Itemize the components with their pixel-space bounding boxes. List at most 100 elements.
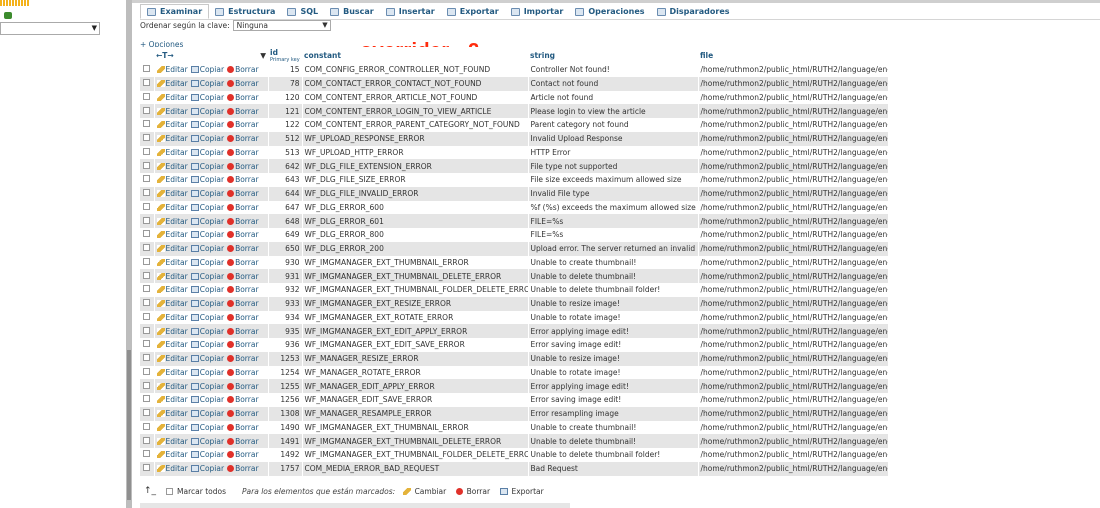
copy-link[interactable]: Copiar [190, 285, 224, 294]
tab-insertar[interactable]: Insertar [380, 4, 441, 19]
cell-id[interactable]: 647 [268, 200, 303, 215]
delete-link[interactable]: Borrar [227, 175, 259, 184]
copy-link[interactable]: Copiar [190, 93, 224, 102]
copy-link[interactable]: Copiar [190, 134, 224, 143]
cell-string[interactable]: Unable to delete thumbnail folder! [528, 448, 699, 462]
delete-link[interactable]: Borrar [227, 409, 259, 418]
cell-constant[interactable]: WF_MANAGER_RESIZE_ERROR [302, 351, 529, 366]
cell-constant[interactable]: WF_UPLOAD_HTTP_ERROR [302, 145, 529, 160]
edit-link[interactable]: Editar [156, 148, 188, 157]
edit-link[interactable]: Editar [156, 464, 188, 473]
cell-id[interactable]: 121 [268, 104, 303, 118]
copy-link[interactable]: Copiar [190, 107, 224, 116]
delete-link[interactable]: Borrar [227, 79, 259, 88]
delete-link[interactable]: Borrar [227, 107, 259, 116]
header-file[interactable]: file [698, 47, 888, 63]
delete-link[interactable]: Borrar [227, 258, 259, 267]
copy-link[interactable]: Copiar [190, 464, 224, 473]
cell-constant[interactable]: WF_IMGMANAGER_EXT_RESIZE_ERROR [302, 296, 529, 311]
cell-id[interactable]: 1254 [268, 365, 303, 380]
edit-link[interactable]: Editar [156, 203, 188, 212]
cell-id[interactable]: 1253 [268, 351, 303, 366]
delete-link[interactable]: Borrar [227, 313, 259, 322]
edit-link[interactable]: Editar [156, 120, 188, 129]
cell-file[interactable]: /home/ruthmon2/public_html/RUTH2/languag… [698, 406, 889, 421]
row-checkbox[interactable] [143, 79, 151, 87]
row-checkbox[interactable] [143, 216, 151, 224]
copy-link[interactable]: Copiar [190, 189, 224, 198]
cell-file[interactable]: /home/ruthmon2/public_html/RUTH2/languag… [698, 131, 889, 146]
cell-constant[interactable]: WF_MANAGER_ROTATE_ERROR [302, 365, 529, 380]
delete-link[interactable]: Borrar [227, 382, 259, 391]
cell-id[interactable]: 1308 [268, 406, 303, 421]
cell-string[interactable]: Unable to delete thumbnail folder! [528, 283, 699, 297]
row-checkbox[interactable] [143, 120, 151, 128]
cell-string[interactable]: Invalid Upload Response [528, 131, 699, 146]
row-checkbox[interactable] [143, 147, 151, 155]
row-checkbox[interactable] [143, 395, 151, 403]
delete-link[interactable]: Borrar [227, 189, 259, 198]
cell-string[interactable]: Error applying image edit! [528, 379, 699, 393]
delete-link[interactable]: Borrar [227, 299, 259, 308]
row-checkbox[interactable] [143, 464, 151, 472]
cell-id[interactable]: 1490 [268, 420, 303, 435]
edit-link[interactable]: Editar [156, 354, 188, 363]
cell-constant[interactable]: WF_IMGMANAGER_EXT_EDIT_APPLY_ERROR [302, 324, 529, 338]
row-checkbox[interactable] [143, 422, 151, 430]
database-select[interactable]: ▼ [0, 22, 100, 35]
cell-id[interactable]: 643 [268, 173, 303, 187]
cell-file[interactable]: /home/ruthmon2/public_html/RUTH2/languag… [698, 90, 889, 105]
cell-id[interactable]: 512 [268, 131, 303, 146]
edit-link[interactable]: Editar [156, 162, 188, 171]
export-selected-button[interactable]: Exportar [500, 487, 544, 496]
cell-constant[interactable]: WF_IMGMANAGER_EXT_THUMBNAIL_FOLDER_DELET… [302, 448, 529, 462]
delete-link[interactable]: Borrar [227, 464, 259, 473]
edit-link[interactable]: Editar [156, 327, 188, 336]
copy-link[interactable]: Copiar [190, 313, 224, 322]
cell-constant[interactable]: WF_IMGMANAGER_EXT_THUMBNAIL_ERROR [302, 420, 529, 435]
delete-link[interactable]: Borrar [227, 217, 259, 226]
copy-link[interactable]: Copiar [190, 299, 224, 308]
cell-constant[interactable]: COM_CONTENT_ERROR_PARENT_CATEGORY_NOT_FO… [302, 118, 529, 132]
row-checkbox[interactable] [143, 354, 151, 362]
edit-link[interactable]: Editar [156, 93, 188, 102]
copy-link[interactable]: Copiar [190, 120, 224, 129]
cell-file[interactable]: /home/ruthmon2/public_html/RUTH2/languag… [698, 283, 889, 297]
delete-link[interactable]: Borrar [227, 327, 259, 336]
scrollbar-thumb[interactable] [127, 350, 131, 500]
delete-link[interactable]: Borrar [227, 230, 259, 239]
copy-link[interactable]: Copiar [190, 79, 224, 88]
cell-string[interactable]: HTTP Error [528, 145, 699, 160]
cell-constant[interactable]: WF_DLG_ERROR_800 [302, 228, 529, 242]
edit-link[interactable]: Editar [156, 299, 188, 308]
copy-link[interactable]: Copiar [190, 368, 224, 377]
cell-file[interactable]: /home/ruthmon2/public_html/RUTH2/languag… [698, 104, 889, 118]
row-checkbox[interactable] [143, 244, 151, 252]
cell-constant[interactable]: COM_CONTACT_ERROR_CONTACT_NOT_FOUND [302, 76, 529, 91]
cell-id[interactable]: 15 [268, 63, 303, 77]
cell-constant[interactable]: COM_CONTENT_ERROR_ARTICLE_NOT_FOUND [302, 90, 529, 105]
delete-link[interactable]: Borrar [227, 437, 259, 446]
copy-link[interactable]: Copiar [190, 203, 224, 212]
cell-string[interactable]: FILE=%s [528, 228, 699, 242]
row-checkbox[interactable] [143, 312, 151, 320]
edit-link[interactable]: Editar [156, 244, 188, 253]
cell-file[interactable]: /home/ruthmon2/public_html/RUTH2/languag… [698, 379, 889, 393]
edit-link[interactable]: Editar [156, 65, 188, 74]
row-checkbox[interactable] [143, 409, 151, 417]
cell-constant[interactable]: COM_MEDIA_ERROR_BAD_REQUEST [302, 461, 529, 476]
cell-string[interactable]: Parent category not found [528, 118, 699, 132]
row-checkbox[interactable] [143, 271, 151, 279]
edit-link[interactable]: Editar [156, 107, 188, 116]
cell-string[interactable]: Controller Not found! [528, 63, 699, 77]
tab-examinar[interactable]: Examinar [140, 4, 210, 19]
copy-link[interactable]: Copiar [190, 258, 224, 267]
delete-link[interactable]: Borrar [227, 65, 259, 74]
cell-constant[interactable]: WF_MANAGER_EDIT_APPLY_ERROR [302, 379, 529, 393]
copy-link[interactable]: Copiar [190, 244, 224, 253]
cell-file[interactable]: /home/ruthmon2/public_html/RUTH2/languag… [698, 214, 889, 228]
copy-link[interactable]: Copiar [190, 437, 224, 446]
row-checkbox[interactable] [143, 202, 151, 210]
edit-link[interactable]: Editar [156, 175, 188, 184]
copy-link[interactable]: Copiar [190, 65, 224, 74]
